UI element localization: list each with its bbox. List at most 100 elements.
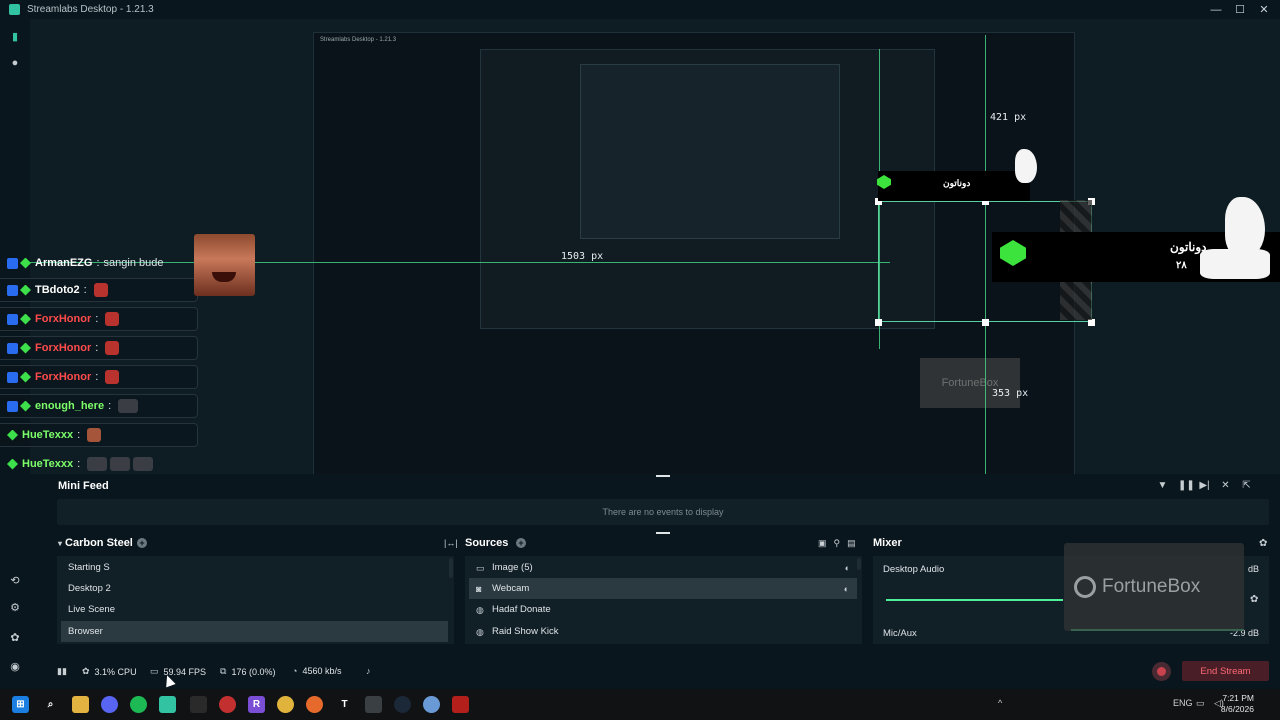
chat-text: sangin bude: [103, 257, 164, 269]
panel-resize-handle[interactable]: [656, 475, 670, 477]
chrome-icon[interactable]: [277, 696, 294, 713]
popout-icon[interactable]: ⇱: [1241, 480, 1252, 491]
language-indicator[interactable]: ENG: [1173, 698, 1193, 708]
editor-icon[interactable]: ▮: [9, 31, 21, 43]
source-item-selected[interactable]: ◙ Webcam ◐: [469, 578, 857, 599]
scene-collection-title[interactable]: ▾ Carbon Steel: [58, 537, 133, 549]
performance-icon[interactable]: ▮▮: [57, 666, 72, 677]
mascot-image: [1200, 249, 1270, 279]
spotify-icon[interactable]: [130, 696, 147, 713]
r-app-icon[interactable]: R: [248, 696, 265, 713]
app-icon[interactable]: [190, 696, 207, 713]
channel-settings-icon[interactable]: ✿: [1250, 594, 1258, 605]
windows-start-icon[interactable]: ⊞: [12, 696, 29, 713]
badge-icon: [20, 257, 31, 269]
chat-user: ForxHonor: [35, 313, 92, 325]
fortunebox-text: FortuneBox: [1102, 576, 1201, 597]
maximize-button[interactable]: ☐: [1234, 3, 1246, 16]
nested-preview-3: [580, 64, 840, 239]
minimize-button[interactable]: —: [1210, 4, 1222, 16]
steam-icon[interactable]: [394, 696, 411, 713]
lock-icon[interactable]: ⚲: [834, 538, 841, 549]
chevron-up-icon[interactable]: ^: [998, 698, 1002, 708]
folder-icon[interactable]: ▤: [847, 538, 856, 549]
add-source-button[interactable]: +: [516, 538, 526, 548]
sources-title: Sources: [465, 537, 509, 549]
bitrate-stat: ◔ 4560 kb/s: [292, 666, 342, 676]
measure-top-label: 421 px: [990, 112, 1027, 123]
scene-item[interactable]: Starting S: [61, 557, 450, 578]
notifications-icon[interactable]: ♪: [366, 666, 376, 676]
resize-handle[interactable]: [875, 319, 882, 326]
mute-icon[interactable]: ✕: [1220, 480, 1231, 491]
chat-user: enough_here: [35, 400, 105, 412]
resize-handle[interactable]: [1088, 319, 1095, 326]
terminal-icon[interactable]: [365, 696, 382, 713]
layout-icon[interactable]: ⚙: [9, 602, 21, 614]
emote-icon: [118, 399, 139, 413]
resize-handle[interactable]: [982, 319, 989, 326]
skip-icon[interactable]: ▶|: [1199, 480, 1210, 491]
dropped-frames-stat: ⧉ 176 (0.0%): [220, 666, 276, 677]
panel-resize-handle[interactable]: [656, 532, 670, 534]
chat-message: TBdoto2:: [0, 278, 198, 302]
source-item[interactable]: ▭ Image (5) ◐: [469, 557, 858, 578]
firefox-icon[interactable]: [306, 696, 323, 713]
badge-icon: [7, 257, 18, 269]
emote-icon: [105, 341, 120, 355]
volume-meter[interactable]: [886, 599, 1063, 601]
pause-icon[interactable]: ❚❚: [1178, 480, 1195, 491]
mixer-channel-db: dB: [1247, 564, 1259, 574]
chat-user: TBdoto2: [35, 284, 80, 296]
windows-taskbar: ⊞ ⌕ R T ^ ENG ▭ ◁) 7:21 PM 8/6/2026: [0, 689, 1280, 720]
badge-icon: [7, 458, 18, 470]
scene-item[interactable]: Live Scene: [61, 599, 450, 620]
add-folder-icon[interactable]: ▣: [818, 538, 827, 549]
mini-feed-empty: There are no events to display: [57, 499, 1269, 525]
network-icon[interactable]: ▭: [1196, 698, 1205, 709]
settings-icon[interactable]: ✿: [9, 632, 21, 644]
record-button[interactable]: [1152, 662, 1171, 681]
emote-icon: [105, 312, 120, 326]
mixer-settings-icon[interactable]: ✿: [1259, 538, 1267, 549]
search-icon[interactable]: ⌕: [42, 696, 59, 713]
emote-icon: [87, 457, 108, 471]
sources-scrollbar[interactable]: [857, 558, 861, 570]
add-scene-button[interactable]: +: [137, 538, 147, 548]
close-button[interactable]: ✕: [1258, 3, 1270, 16]
badge-icon: [7, 400, 18, 412]
end-stream-button[interactable]: End Stream: [1182, 661, 1269, 681]
scene-item-selected[interactable]: Browser: [61, 621, 448, 642]
chat-user: ForxHonor: [35, 371, 92, 383]
taskbar-clock[interactable]: 7:21 PM 8/6/2026: [1221, 693, 1254, 715]
window-title: Streamlabs Desktop - 1.21.3: [27, 4, 154, 15]
file-explorer-icon[interactable]: [72, 696, 89, 713]
transition-icon[interactable]: |↔|: [444, 538, 458, 548]
studio-mode-icon[interactable]: ⟲: [9, 575, 21, 587]
chat-message: ArmanEZG: sangin bude: [0, 251, 198, 275]
visibility-icon[interactable]: ◐: [844, 584, 849, 594]
badge-icon: [7, 284, 18, 296]
visibility-icon[interactable]: ◐: [845, 563, 850, 573]
typora-icon[interactable]: T: [336, 696, 353, 713]
emote-icon: [133, 457, 154, 471]
source-item[interactable]: ◍ Hadaf Donate: [469, 599, 858, 620]
dashboard-icon[interactable]: ●: [9, 57, 21, 69]
app-icon[interactable]: [219, 696, 236, 713]
streamlabs-taskbar-icon[interactable]: [159, 696, 176, 713]
app-icon[interactable]: [423, 696, 440, 713]
discord-icon[interactable]: [101, 696, 118, 713]
source-item[interactable]: ◍ Raid Show Kick: [469, 621, 858, 642]
dota-icon[interactable]: [452, 696, 469, 713]
sources-list: ▭ Image (5) ◐ ◙ Webcam ◐ ◍ Hadaf Donate ◍ Ra…: [465, 556, 862, 644]
chat-message: HueTexxx:: [0, 452, 198, 476]
filter-icon[interactable]: ▼: [1157, 480, 1168, 491]
scene-item[interactable]: Desktop 2: [61, 578, 450, 599]
title-bar: Streamlabs Desktop - 1.21.3 — ☐ ✕: [0, 0, 1280, 19]
speed-icon: ◔: [292, 666, 298, 676]
profile-icon[interactable]: ◉: [9, 661, 21, 673]
webcam-emote-image: [194, 234, 255, 296]
mixer-channel-label: Desktop Audio: [883, 564, 945, 575]
scenes-scrollbar[interactable]: [449, 558, 453, 578]
chat-message: ForxHonor:: [0, 365, 198, 389]
